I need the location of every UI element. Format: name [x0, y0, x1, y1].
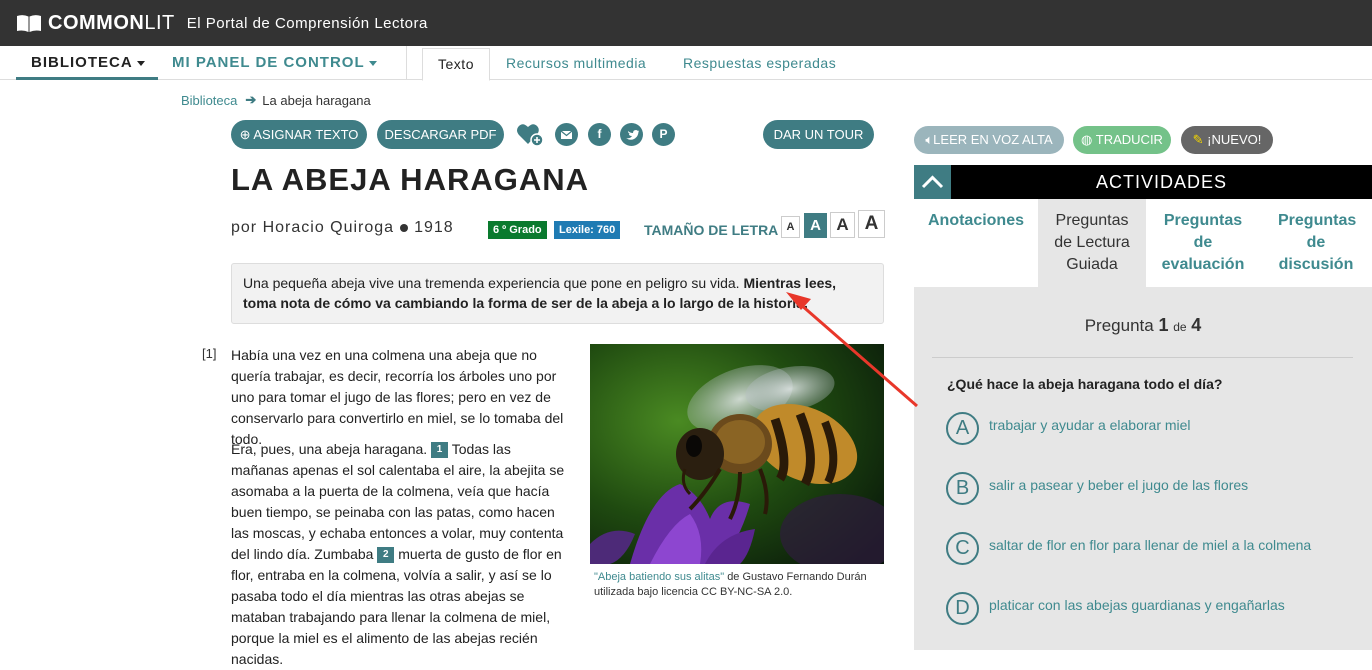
photo-source-link[interactable]: "Abeja batiendo sus alitas" [594, 571, 724, 583]
grade-badge: 6 º Grado [488, 221, 547, 239]
question-counter: Pregunta 1 de 4 [1084, 315, 1202, 335]
take-tour-button[interactable]: DAR UN TOUR [763, 120, 874, 149]
nav-divider [406, 46, 407, 80]
text-introduction: Una pequeña abeja vive una tremenda expe… [231, 263, 884, 324]
caret-down-icon [368, 60, 377, 66]
story-paragraph-1[interactable]: Había una vez en una colmena una abeja q… [231, 345, 571, 450]
read-aloud-button[interactable]: 🔈︎LEER EN VOZ ALTA [914, 126, 1064, 154]
annotation-marker-2[interactable]: 2 [377, 547, 395, 564]
pinterest-icon[interactable]: P [652, 123, 675, 146]
breadcrumb: Biblioteca ➔ La abeja haragana [181, 92, 371, 108]
activities-tabs: Anotaciones Preguntas de Lectura Guiada … [914, 199, 1372, 287]
annotation-marker-1[interactable]: 1 [431, 442, 449, 459]
collapse-toggle[interactable] [914, 165, 951, 199]
download-pdf-button[interactable]: DESCARGAR PDF [377, 120, 504, 149]
author-name: Horacio Quiroga [262, 219, 395, 236]
nav-bar: BIBLIOTECA MI PANEL DE CONTROL Texto Rec… [0, 46, 1372, 81]
question-text: ¿Qué hace la abeja haragana todo el día? [947, 376, 1223, 392]
favorite-heart-icon[interactable] [516, 122, 544, 148]
assign-text-button[interactable]: ⊕ ASIGNAR TEXTO [231, 120, 367, 149]
publication-year: 1918 [414, 219, 454, 236]
lexile-badge: Lexile: 760 [554, 221, 621, 239]
answer-option-a[interactable]: A trabajar y ayudar a elaborar miel [946, 412, 1191, 445]
tab-preguntas-discusion[interactable]: Preguntas de discusión [1260, 199, 1372, 287]
speaker-icon: 🔈︎ [925, 132, 934, 147]
tab-preguntas-lectura-guiada[interactable]: Preguntas de Lectura Guiada [1038, 199, 1146, 287]
author-byline: por Horacio Quiroga 1918 [231, 219, 454, 236]
site-tagline: El Portal de Comprensión Lectora [186, 14, 428, 32]
nav-panel-menu[interactable]: MI PANEL DE CONTROL [172, 46, 377, 80]
activities-title: ACTIVIDADES [1095, 172, 1228, 192]
plus-circle-icon: ⊕ [239, 127, 254, 142]
answer-text[interactable]: platicar con las abejas guardianas y eng… [989, 597, 1285, 613]
font-size-xlarge-button[interactable]: A [858, 210, 885, 238]
divider [932, 357, 1353, 358]
tab-anotaciones[interactable]: Anotaciones [914, 199, 1038, 287]
facebook-icon[interactable]: f [588, 123, 611, 146]
book-icon [17, 15, 41, 32]
tab-texto[interactable]: Texto [422, 48, 490, 81]
answer-text[interactable]: saltar de flor en flor para llenar de mi… [989, 537, 1311, 553]
tab-respuestas-esperadas[interactable]: Respuestas esperadas [683, 48, 836, 81]
answer-option-c[interactable]: C saltar de flor en flor para llenar de … [946, 532, 1311, 565]
nav-biblioteca-menu[interactable]: BIBLIOTECA [16, 46, 158, 80]
highlighter-icon: ✎ [1192, 132, 1208, 147]
answer-option-b[interactable]: B salir a pasear y beber el jugo de las … [946, 472, 1248, 505]
top-bar: COMMONLIT El Portal de Comprensión Lecto… [0, 0, 1372, 46]
tab-recursos-multimedia[interactable]: Recursos multimedia [506, 48, 646, 81]
answer-text[interactable]: salir a pasear y beber el jugo de las fl… [989, 477, 1248, 493]
breadcrumb-current: La abeja haragana [262, 92, 371, 108]
answer-letter[interactable]: B [946, 472, 979, 505]
activities-header: ACTIVIDADES [914, 165, 1372, 199]
font-size-label: TAMAÑO DE LETRA [644, 222, 779, 238]
globe-icon: ◍ [1081, 132, 1096, 147]
answer-text[interactable]: trabajar y ayudar a elaborar miel [989, 417, 1191, 433]
tab-preguntas-evaluacion[interactable]: Preguntas de evaluación [1146, 199, 1260, 287]
font-size-large-button[interactable]: A [830, 212, 855, 238]
chevron-up-icon [921, 175, 944, 189]
commonlit-logo[interactable]: COMMONLIT [48, 12, 175, 35]
font-size-medium-button[interactable]: A [804, 213, 827, 238]
story-paragraph-2[interactable]: Era, pues, una abeja haragana. 1 Todas l… [231, 439, 571, 670]
answer-letter[interactable]: C [946, 532, 979, 565]
breadcrumb-biblioteca-link[interactable]: Biblioteca [181, 93, 237, 108]
answer-letter[interactable]: D [946, 592, 979, 625]
twitter-icon[interactable] [620, 123, 643, 146]
photo-caption: "Abeja batiendo sus alitas" de Gustavo F… [594, 571, 867, 598]
bee-photo [590, 344, 884, 564]
separator-dot [400, 223, 409, 232]
caret-down-icon [136, 60, 145, 66]
new-feature-button[interactable]: ✎ ¡NUEVO! [1181, 126, 1273, 154]
paragraph-number: [1] [202, 346, 217, 361]
translate-button[interactable]: ◍ TRADUCIR [1073, 126, 1171, 154]
font-size-small-button[interactable]: A [781, 216, 800, 238]
question-panel: Pregunta 1 de 4 ¿Qué hace la abeja harag… [914, 287, 1372, 650]
answer-option-d[interactable]: D platicar con las abejas guardianas y e… [946, 592, 1285, 625]
email-icon[interactable] [555, 123, 578, 146]
answer-letter[interactable]: A [946, 412, 979, 445]
text-title: LA ABEJA HARAGANA [231, 162, 589, 197]
arrow-right-icon: ➔ [245, 92, 257, 107]
